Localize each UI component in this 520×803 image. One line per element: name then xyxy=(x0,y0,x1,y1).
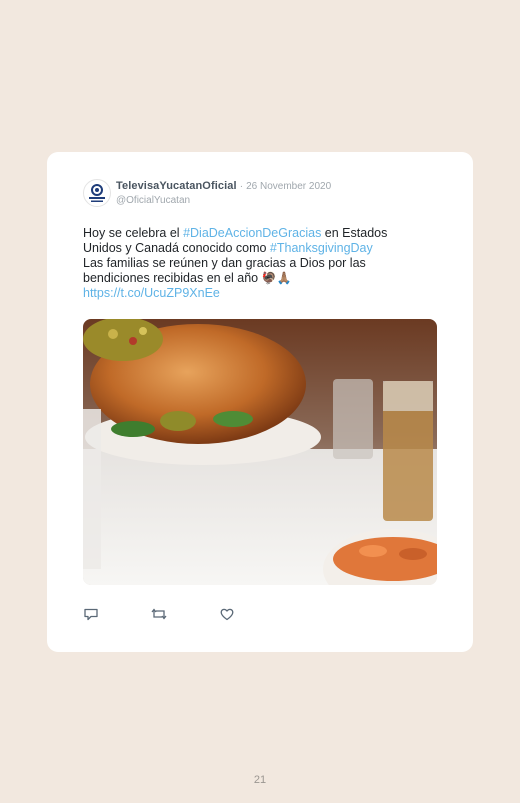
tweet-card: TelevisaYucatanOficial · 26 November 202… xyxy=(47,152,473,652)
author-handle[interactable]: @OficialYucatan xyxy=(116,194,331,208)
avatar[interactable] xyxy=(83,179,111,207)
meta-separator: · xyxy=(239,181,244,192)
retweet-button[interactable] xyxy=(151,606,167,622)
hashtag-link[interactable]: #DiaDeAccionDeGracias xyxy=(183,226,321,240)
reply-icon xyxy=(84,608,98,621)
tweet-url-link[interactable]: https://t.co/UcuZP9XnEe xyxy=(83,286,423,301)
tweet-text: Hoy se celebra el #DiaDeAccionDeGracias … xyxy=(83,226,423,301)
tweet-text-part: Las familias se reúnen y dan gracias a D… xyxy=(83,256,366,285)
thanksgiving-dinner-image xyxy=(83,319,437,585)
turkey-pray-emoji: 🦃🙏🏽 xyxy=(261,271,292,285)
author-name[interactable]: TelevisaYucatanOficial xyxy=(116,180,237,192)
reply-button[interactable] xyxy=(83,606,99,622)
tweet-actions xyxy=(83,606,287,622)
televisa-logo-icon xyxy=(89,184,105,202)
tweet-media-image[interactable] xyxy=(83,319,437,585)
retweet-icon xyxy=(151,608,167,620)
page-number: 21 xyxy=(253,774,267,786)
tweet-header: TelevisaYucatanOficial · 26 November 202… xyxy=(83,179,331,208)
like-button[interactable] xyxy=(219,606,235,622)
hashtag-link[interactable]: #ThanksgivingDay xyxy=(270,241,373,255)
tweet-meta: TelevisaYucatanOficial · 26 November 202… xyxy=(116,179,331,208)
tweet-text-part: Hoy se celebra el xyxy=(83,226,184,240)
tweet-date[interactable]: 26 November 2020 xyxy=(246,181,331,192)
like-icon xyxy=(220,608,234,621)
